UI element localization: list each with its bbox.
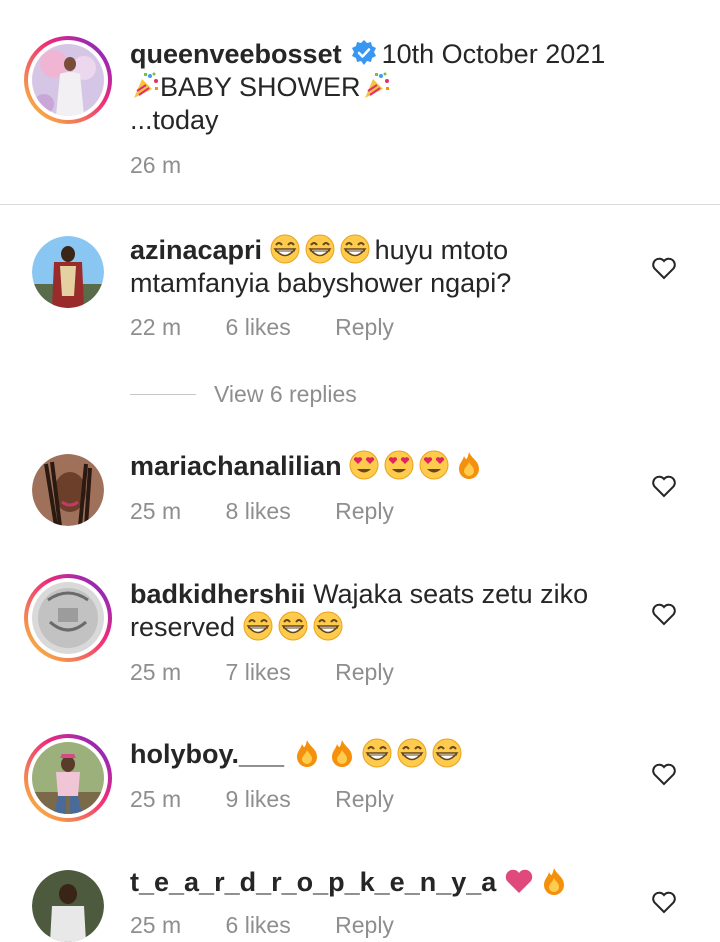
- comment-time: 25 m: [130, 786, 182, 812]
- reply-button[interactable]: Reply: [335, 498, 394, 524]
- comment-text: reserved: [130, 612, 236, 642]
- heart-eyes-icon: [384, 450, 414, 480]
- reply-button[interactable]: Reply: [335, 314, 394, 340]
- caption-avatar[interactable]: [24, 36, 112, 124]
- caption-line3: ...today: [130, 105, 219, 135]
- grinning-face-icon: [397, 738, 427, 768]
- comment-likes[interactable]: 7 likes: [226, 659, 291, 685]
- comment-likes[interactable]: 9 likes: [226, 786, 291, 812]
- comment-likes[interactable]: 6 likes: [226, 912, 291, 938]
- comment-avatar[interactable]: [32, 236, 104, 308]
- caption-title: 10th October 2021: [381, 39, 606, 69]
- comment-avatar[interactable]: [24, 574, 112, 662]
- reply-button[interactable]: Reply: [335, 786, 394, 812]
- comment-username[interactable]: holyboy.___: [130, 739, 284, 769]
- confetti-ball-icon: [361, 71, 391, 101]
- comment-likes[interactable]: 8 likes: [226, 498, 291, 524]
- reply-button[interactable]: Reply: [335, 912, 394, 938]
- caption-divider: [0, 204, 720, 205]
- comment-time: 25 m: [130, 912, 182, 938]
- heart-outline-icon[interactable]: [651, 890, 677, 914]
- comment-time: 22 m: [130, 314, 182, 340]
- grinning-face-icon: [270, 234, 300, 264]
- grinning-face-icon: [305, 234, 335, 264]
- comment-username[interactable]: badkidhershii: [130, 579, 306, 609]
- heart-outline-icon[interactable]: [651, 256, 677, 280]
- caption-username[interactable]: queenveebosset: [130, 39, 342, 69]
- comment-text: huyu mtoto: [374, 235, 509, 265]
- confetti-ball-icon: [130, 71, 160, 101]
- view-replies-button[interactable]: View 6 replies: [130, 381, 357, 408]
- comment-time: 25 m: [130, 659, 182, 685]
- fire-icon: [292, 738, 322, 768]
- avatar-photo: [32, 44, 104, 116]
- heart-outline-icon[interactable]: [651, 762, 677, 786]
- view-replies-label: View 6 replies: [214, 381, 357, 407]
- reply-button[interactable]: Reply: [335, 659, 394, 685]
- fire-icon: [454, 450, 484, 480]
- comment-username[interactable]: t_e_a_r_d_r_o_p_k_e_n_y_a: [130, 867, 496, 897]
- heart-eyes-icon: [419, 450, 449, 480]
- fire-icon: [327, 738, 357, 768]
- comment-text: Wajaka seats zetu ziko: [313, 579, 589, 609]
- caption-line2: BABY SHOWER: [160, 72, 361, 102]
- comment-avatar[interactable]: [32, 454, 104, 526]
- grinning-face-icon: [362, 738, 392, 768]
- comment-avatar[interactable]: [24, 734, 112, 822]
- avatar-photo: [32, 582, 104, 654]
- caption-time: 26 m: [130, 152, 182, 178]
- verified-badge-icon: [351, 40, 376, 65]
- post-caption: queenveebosset 10th October 2021 BABY SH…: [0, 0, 720, 205]
- heart-outline-icon[interactable]: [651, 602, 677, 626]
- comment-time: 25 m: [130, 498, 182, 524]
- grinning-face-icon: [278, 611, 308, 641]
- replies-line: [130, 394, 196, 395]
- grinning-face-icon: [243, 611, 273, 641]
- comment-avatar[interactable]: [32, 870, 104, 942]
- heart-outline-icon[interactable]: [651, 474, 677, 498]
- grinning-face-icon: [432, 738, 462, 768]
- pink-heart-icon: [504, 866, 534, 896]
- fire-icon: [539, 866, 569, 896]
- comment-username[interactable]: azinacapri: [130, 235, 262, 265]
- heart-eyes-icon: [349, 450, 379, 480]
- comment-likes[interactable]: 6 likes: [226, 314, 291, 340]
- avatar-photo: [32, 742, 104, 814]
- grinning-face-icon: [340, 234, 370, 264]
- comment-text: mtamfanyia babyshower ngapi?: [130, 268, 512, 298]
- grinning-face-icon: [313, 611, 343, 641]
- comment-username[interactable]: mariachanalilian: [130, 451, 342, 481]
